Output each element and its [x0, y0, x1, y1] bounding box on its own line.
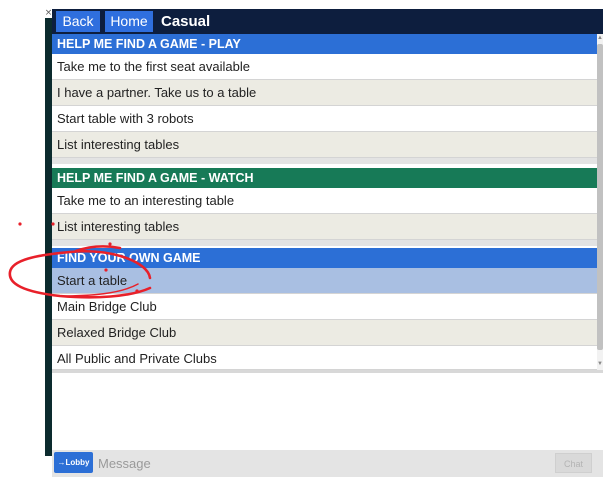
list-item-list-interesting-watch[interactable]: List interesting tables: [52, 214, 597, 240]
section-gap: [52, 158, 597, 164]
list-item-start-table[interactable]: Start a table: [52, 268, 597, 294]
back-button[interactable]: Back: [56, 11, 100, 32]
list-item-first-seat[interactable]: Take me to the first seat available: [52, 54, 597, 80]
list-item-interesting-table[interactable]: Take me to an interesting table: [52, 188, 597, 214]
casual-panel: Back Home Casual HELP ME FIND A GAME - P…: [52, 9, 603, 477]
list-item-list-interesting-play[interactable]: List interesting tables: [52, 132, 597, 158]
lobby-button[interactable]: →Lobby: [54, 452, 93, 473]
vertical-scrollbar[interactable]: ▲ ▼: [597, 34, 603, 370]
list-item-main-bridge-club[interactable]: Main Bridge Club: [52, 294, 597, 320]
list-item-start-robots[interactable]: Start table with 3 robots: [52, 106, 597, 132]
screen: × Back Home Casual HELP ME FIND A GAME -…: [0, 0, 603, 477]
list-item-relaxed-bridge-club[interactable]: Relaxed Bridge Club: [52, 320, 597, 346]
section-header-own: FIND YOUR OWN GAME: [52, 248, 597, 268]
message-input[interactable]: [96, 453, 551, 474]
scrollbar-thumb[interactable]: [597, 44, 603, 350]
home-button[interactable]: Home: [105, 11, 153, 32]
scroll-up-icon[interactable]: ▲: [597, 34, 603, 42]
section-header-play: HELP ME FIND A GAME - PLAY: [52, 34, 597, 54]
section-gap: [52, 240, 597, 246]
menu-list: HELP ME FIND A GAME - PLAY Take me to th…: [52, 34, 597, 370]
section-header-watch: HELP ME FIND A GAME - WATCH: [52, 168, 597, 188]
chat-send-button[interactable]: Chat: [555, 453, 592, 473]
annotation-dot: [18, 222, 22, 226]
page-title: Casual: [161, 13, 211, 30]
scroll-down-icon[interactable]: ▼: [597, 360, 603, 368]
chat-bar: →Lobby Chat: [52, 450, 603, 477]
list-item-all-clubs[interactable]: All Public and Private Clubs: [52, 346, 597, 370]
list-bottom-divider: [52, 370, 603, 373]
left-sidebar-strip: [45, 9, 52, 456]
list-item-partner-table[interactable]: I have a partner. Take us to a table: [52, 80, 597, 106]
top-bar: Back Home Casual: [52, 9, 603, 34]
